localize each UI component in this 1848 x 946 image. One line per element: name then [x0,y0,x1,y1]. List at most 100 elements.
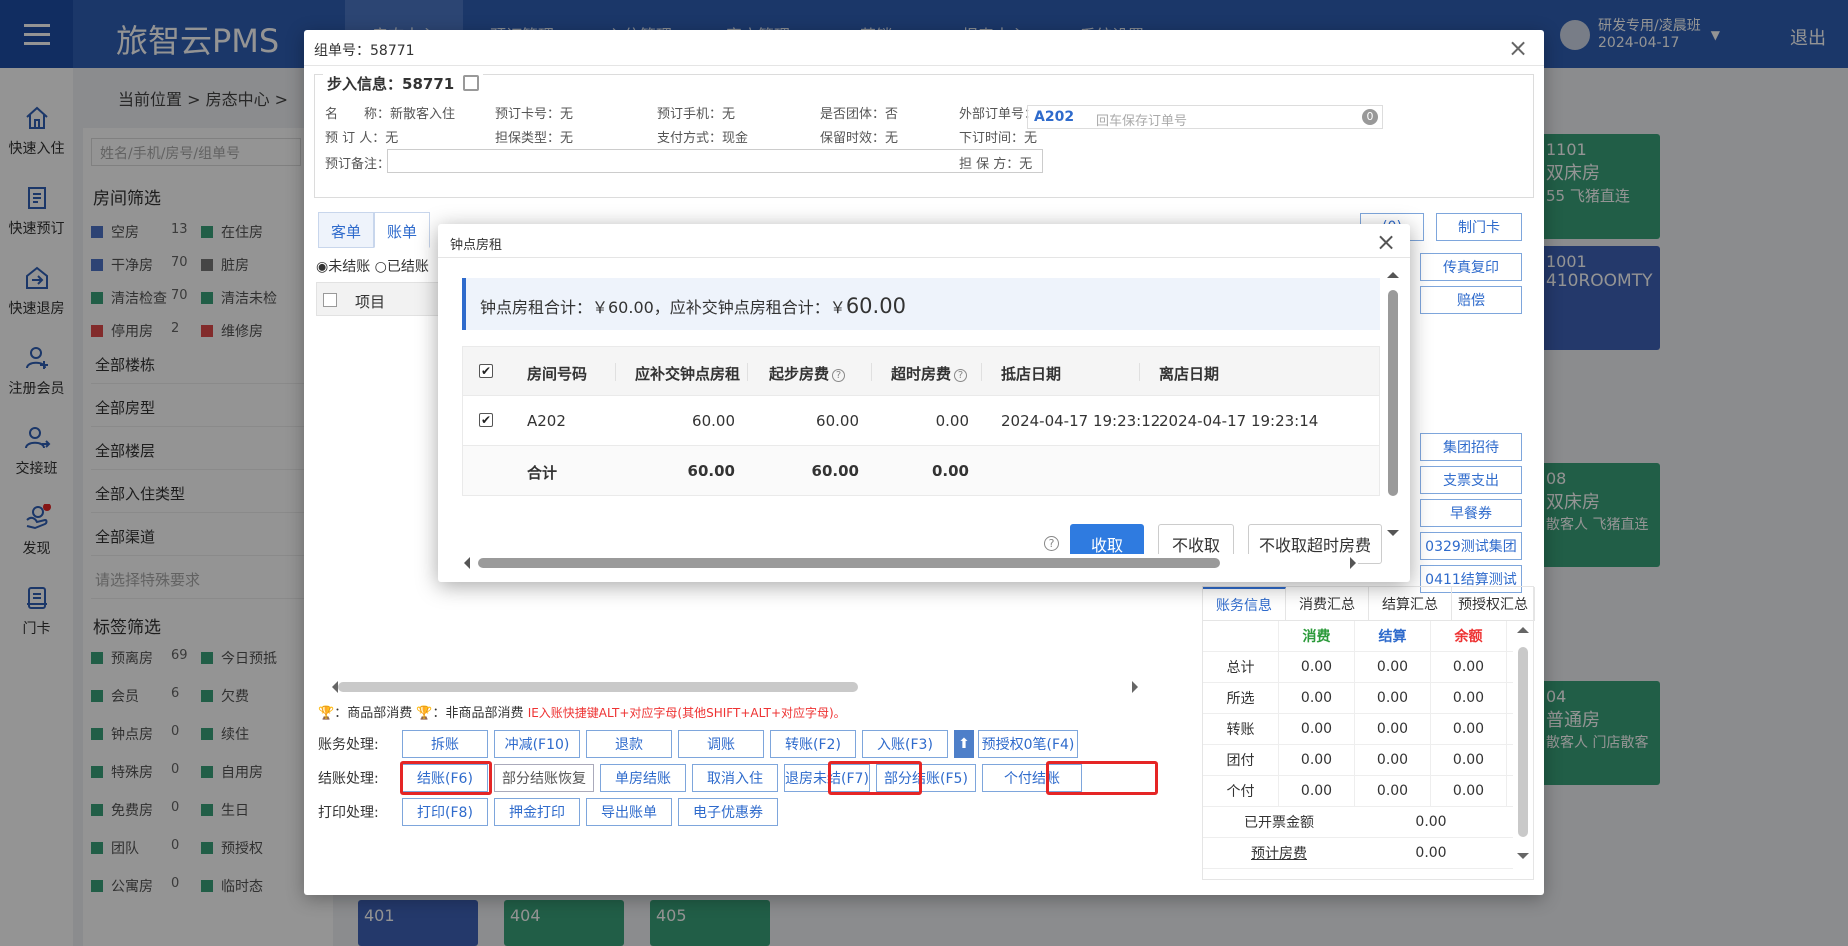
account-summary-tabs: 账务信息 消费汇总 结算汇总 预授权汇总 [1203,587,1535,621]
table-row[interactable]: ✔ A202 60.00 60.00 0.00 2024-04-17 19:23… [462,396,1380,446]
e-coupon-button[interactable]: 电子优惠券 [678,798,778,826]
summary-row: 转账 0.00 0.00 0.00 [1203,714,1513,745]
shortcut-hint-red: IE入账快捷键ALT+对应字母(其他SHIFT+ALT+对应字母)。 [527,706,846,720]
field-guarantee-type: 担保类型：无 [495,131,574,146]
make-card-button[interactable]: 制门卡 [1436,213,1522,241]
radio-settled[interactable]: ○已结账 [375,259,429,275]
counter-badge: 0 [1362,109,1378,125]
split-account-button[interactable]: 拆账 [402,730,488,758]
adjust-button[interactable]: 调账 [678,730,764,758]
help-icon[interactable]: ? [954,369,968,382]
breakfast-coupon-button[interactable]: 早餐券 [1420,499,1522,527]
external-order-input[interactable]: A202 回车保存订单号 0 [1027,105,1383,129]
column-header: 离店日期 [1159,365,1220,383]
group-test-button[interactable]: 0329测试集团 [1420,532,1522,560]
check-payment-button[interactable]: 支票支出 [1420,466,1522,494]
order-info-legend: 步入信息：58771 [323,73,483,94]
non-goods-icon: 🏆 [416,706,433,721]
transfer-button[interactable]: 转账(F2) [770,730,856,758]
column-header: 房间号码 [527,365,588,383]
offset-button[interactable]: 冲减(F10) [494,730,580,758]
deposit-print-button[interactable]: 押金打印 [494,798,580,826]
field-is-group: 是否团体：否 [820,107,899,122]
field-guarantor: 担 保 方：无 [959,157,1033,172]
highlight-box [400,761,492,795]
remark-input[interactable] [387,149,1043,173]
group-hospitality-button[interactable]: 集团招待 [1420,433,1522,461]
copy-icon[interactable] [462,75,479,91]
account-summary-panel: 账务信息 消费汇总 结算汇总 预授权汇总 消费 结算 余额 总计 0.00 0.00… [1202,586,1535,880]
cell-arrive: 2024-04-17 19:23:12 [1001,412,1161,430]
tab-bill[interactable]: 账单 [374,212,431,248]
compensation-button[interactable]: 赔偿 [1420,286,1522,314]
scroll-left-icon[interactable] [458,557,470,569]
scroll-up-icon[interactable] [1387,266,1399,278]
summary-row: 总计 0.00 0.00 0.00 [1203,652,1513,683]
estimate-link[interactable]: 预计房费 [1203,838,1355,868]
export-bill-button[interactable]: 导出账单 [586,798,672,826]
column-header: 超时房费? [891,363,968,384]
invoice-label: 已开票金额 [1244,815,1314,831]
estimate-row: 预计房费 0.00 [1203,838,1513,869]
preauth-button[interactable]: 预授权0笔(F4) [978,730,1078,758]
scroll-right-icon[interactable] [1132,681,1144,693]
dialog-horizontal-scrollbar[interactable] [458,554,1358,572]
close-icon[interactable]: × [1508,36,1528,60]
field-external-order-label: 外部订单号： [959,107,1038,122]
summary-text: 钟点房租合计：￥60.00，应补交钟点房租合计：￥ [480,298,846,317]
select-all-checkbox[interactable]: ✔ [479,364,493,378]
close-icon[interactable]: × [1376,228,1396,256]
cell-overtime: 0.00 [935,412,969,430]
refund-button[interactable]: 退款 [586,730,672,758]
dialog-vertical-scrollbar[interactable] [1384,268,1402,540]
dialog-title: 钟点房租 [450,238,503,253]
upload-icon[interactable]: ⬆ [954,730,974,758]
estimate-value: 0.00 [1415,845,1447,861]
bill-grid-scrollbar[interactable] [326,680,1146,694]
dialog-header: 组单号：58771 × [304,30,1544,66]
total-overtime: 0.00 [931,462,969,480]
fax-copy-button[interactable]: 传真复印 [1420,253,1522,281]
highlight-box [828,761,922,795]
account-action-row: 账务处理: 拆账 冲减(F10) 退款 调账 转账(F2) 入账(F3) ⬆ 预… [318,730,1084,758]
radio-unsettled[interactable]: ◉未结账 [316,259,370,275]
cell-base: 60.00 [816,412,859,430]
row-label: 结账处理: [318,771,379,787]
help-icon[interactable]: ? [832,369,846,382]
summary-header-row: 消费 结算 余额 [1203,621,1513,652]
field-booker: 预 订 人：无 [325,131,399,146]
scroll-right-icon[interactable] [1350,557,1362,569]
tab-account-info[interactable]: 账务信息 [1203,587,1286,620]
partial-settle-restore-button[interactable]: 部分结账恢复 [494,764,594,792]
cell-room: A202 [527,412,566,430]
summary-scrollbar[interactable] [1515,627,1531,873]
hourly-rent-dialog: 钟点房租 × 钟点房租合计：￥60.00，应补交钟点房租合计：￥ 60.00 ✔ … [438,224,1410,582]
tab-guest[interactable]: 客单 [318,212,375,248]
scroll-down-icon[interactable] [1387,530,1399,542]
settle-filter: ◉未结账 ○已结账 [316,256,429,276]
help-icon[interactable]: ? [1044,536,1059,551]
column-consume: 消费 [1279,621,1355,651]
field-card-no: 预订卡号：无 [495,107,574,122]
summary-row: 个付 0.00 0.00 0.00 [1203,776,1513,807]
cancel-checkin-button[interactable]: 取消入住 [692,764,778,792]
select-all-checkbox[interactable] [323,293,337,307]
tab-consume-summary[interactable]: 消费汇总 [1286,587,1369,620]
scroll-up-icon[interactable] [1517,621,1529,633]
order-number: 58771 [402,75,455,93]
row-label: 账务处理: [318,737,379,753]
print-button[interactable]: 打印(F8) [402,798,488,826]
cell-due: 60.00 [692,412,735,430]
post-entry-button[interactable]: 入账(F3) [862,730,948,758]
scroll-down-icon[interactable] [1517,853,1529,865]
total-base: 60.00 [811,462,859,480]
cell-leave: 2024-04-17 19:23:14 [1159,412,1319,430]
single-room-settle-button[interactable]: 单房结账 [600,764,686,792]
row-checkbox[interactable]: ✔ [479,413,493,427]
tab-settle-summary[interactable]: 结算汇总 [1369,587,1452,620]
tab-preauth-summary[interactable]: 预授权汇总 [1452,587,1535,620]
column-settle: 结算 [1355,621,1431,651]
field-name: 名 称：新散客入住 [325,107,456,122]
account-summary-grid: 消费 结算 余额 总计 0.00 0.00 0.00 所选 0.00 0.00 0.00 转… [1203,621,1513,869]
scroll-left-icon[interactable] [326,681,338,693]
